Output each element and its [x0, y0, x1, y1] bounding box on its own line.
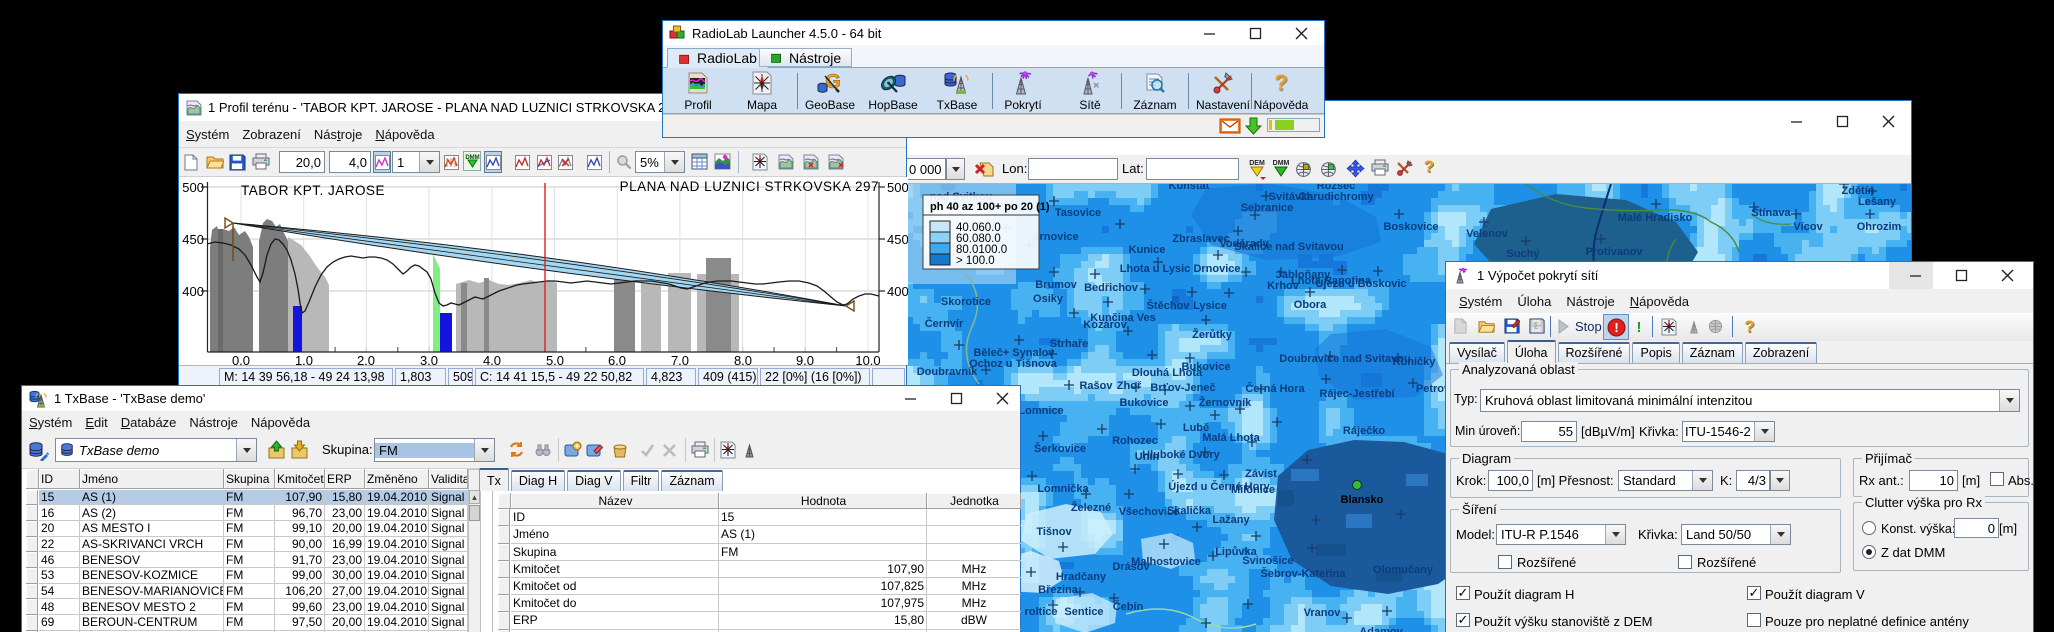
svg-text:DMM: DMM — [1273, 160, 1290, 167]
svg-text:8.0: 8.0 — [734, 353, 752, 365]
svg-text:Krhov: Krhov — [1267, 280, 1300, 292]
svg-text:Zdětín: Zdětín — [1842, 185, 1875, 197]
svg-text:Skalička: Skalička — [1167, 505, 1212, 517]
svg-text:Štěchov: Štěchov — [1147, 299, 1191, 312]
svg-text:500: 500 — [887, 180, 908, 195]
svg-text:Rašov: Rašov — [1079, 380, 1113, 392]
svg-text:!: ! — [1614, 320, 1618, 335]
svg-text:Chrudichromy: Chrudichromy — [1298, 191, 1374, 203]
svg-text:Šebrov-Kateřina: Šebrov-Kateřina — [1261, 567, 1347, 580]
svg-text:Černá Hora: Černá Hora — [1245, 382, 1305, 395]
svg-text:7.0: 7.0 — [671, 353, 689, 365]
svg-text:500: 500 — [182, 180, 204, 195]
svg-text:Protivanov: Protivanov — [1586, 246, 1644, 258]
svg-text:Suchý: Suchý — [1506, 248, 1540, 260]
svg-text:Stínava: Stínava — [1751, 207, 1791, 219]
svg-text:Bukovice: Bukovice — [1182, 361, 1231, 373]
svg-text:Ráječko: Ráječko — [1343, 425, 1385, 437]
svg-text:Rájec-Jestřebí: Rájec-Jestřebí — [1319, 388, 1395, 400]
svg-text:Sebranice: Sebranice — [1241, 202, 1294, 214]
svg-text:Milonice: Milonice — [1231, 484, 1275, 496]
svg-text:Drásov: Drásov — [1112, 561, 1150, 573]
svg-text:1.0: 1.0 — [295, 353, 313, 365]
svg-text:Kunštát: Kunštát — [1169, 184, 1210, 192]
svg-text:Svinošice: Svinošice — [1242, 555, 1293, 567]
svg-text:Adamov: Adamov — [1359, 626, 1403, 632]
svg-text:roltice: roltice — [1024, 606, 1057, 618]
svg-text:DEM: DEM — [1249, 160, 1265, 167]
svg-text:Újezd u Boskovic: Újezd u Boskovic — [1315, 277, 1406, 290]
svg-text:Březina: Březina — [1038, 584, 1079, 596]
svg-text:Vícov: Vícov — [1793, 221, 1823, 233]
svg-text:6.0: 6.0 — [608, 353, 626, 365]
svg-text:Drnovice: Drnovice — [1193, 263, 1240, 275]
svg-text:Lhota u Lysic: Lhota u Lysic — [1120, 263, 1191, 275]
svg-text:450: 450 — [182, 232, 204, 247]
svg-text:Lysice: Lysice — [1193, 300, 1227, 312]
svg-text:Σ: Σ — [1534, 322, 1539, 331]
svg-text:3.0: 3.0 — [420, 353, 438, 365]
svg-text:Unín: Unín — [1135, 451, 1160, 463]
svg-text:Lešany: Lešany — [1858, 196, 1897, 208]
svg-text:Strhaře: Strhaře — [1050, 338, 1089, 350]
svg-text:Brťov-Jeneč: Brťov-Jeneč — [1150, 382, 1215, 394]
svg-text:5.0: 5.0 — [546, 353, 564, 365]
svg-text:Ochoz u Tišnova: Ochoz u Tišnova — [969, 358, 1058, 370]
svg-text:Doubravice nad Svitavou: Doubravice nad Svitavou — [1279, 353, 1410, 365]
svg-text:9.0: 9.0 — [796, 353, 814, 365]
svg-text:> 100.0: > 100.0 — [956, 255, 995, 267]
svg-text:4.0: 4.0 — [483, 353, 501, 365]
svg-text:450: 450 — [887, 232, 908, 247]
svg-text:Bukovice: Bukovice — [1120, 397, 1169, 409]
svg-text:Blansko: Blansko — [1341, 494, 1384, 506]
svg-text:ph 40 az 100+ po 20 (1): ph 40 az 100+ po 20 (1) — [930, 201, 1050, 213]
svg-text:Hradčany: Hradčany — [1056, 571, 1107, 583]
svg-text:Osiky: Osiky — [1033, 293, 1064, 305]
svg-text:Skorotice: Skorotice — [941, 296, 991, 308]
svg-text:PLANA NAD LUZNICI STRKOVSKA 29: PLANA NAD LUZNICI STRKOVSKA 297 — [620, 179, 879, 194]
svg-text:Rohozec: Rohozec — [1112, 435, 1158, 447]
svg-text:0.0: 0.0 — [232, 353, 250, 365]
svg-text:Sentice: Sentice — [1064, 606, 1103, 618]
svg-text:2.0: 2.0 — [357, 353, 375, 365]
svg-text:Boskovice: Boskovice — [1383, 221, 1438, 233]
svg-text:10.0: 10.0 — [855, 353, 880, 365]
svg-text:Olomučany: Olomučany — [1373, 564, 1434, 576]
svg-text:Bedřichov: Bedřichov — [1084, 282, 1139, 294]
svg-text:Doubravník: Doubravník — [917, 366, 978, 378]
svg-text:Vranov: Vranov — [1304, 607, 1342, 619]
svg-text:Malá Lhota: Malá Lhota — [1202, 432, 1260, 444]
svg-text:Ohrozim: Ohrozim — [1857, 221, 1902, 233]
svg-text:Šerkovice: Šerkovice — [1034, 442, 1086, 455]
svg-text:ernovice: ernovice — [1033, 231, 1078, 243]
svg-text:400: 400 — [887, 284, 908, 299]
svg-text:Kunčina Ves: Kunčina Ves — [1090, 312, 1155, 324]
svg-text:Žerůtky: Žerůtky — [1192, 328, 1233, 341]
svg-text:Brumov: Brumov — [1035, 279, 1077, 291]
svg-text:Kunice: Kunice — [1129, 244, 1166, 256]
svg-text:Malé Hradisko: Malé Hradisko — [1618, 212, 1693, 224]
svg-text:Závist: Závist — [1245, 468, 1277, 480]
svg-text:Velenov: Velenov — [1466, 228, 1508, 240]
svg-text:Skalice nad Svitavou: Skalice nad Svitavou — [1234, 241, 1343, 253]
svg-text:Tasovice: Tasovice — [1055, 207, 1101, 219]
svg-text:Kuničky: Kuničky — [1393, 356, 1437, 368]
svg-text:Černvír: Černvír — [925, 317, 964, 330]
svg-text:Obora: Obora — [1294, 299, 1327, 311]
svg-text:Lomnice: Lomnice — [1018, 405, 1063, 417]
svg-text:Čebín: Čebín — [1113, 600, 1144, 613]
svg-text:Zhoř: Zhoř — [1117, 380, 1142, 392]
svg-text:Lomnička: Lomnička — [1037, 483, 1089, 495]
svg-text:TABOR KPT. JAROSE: TABOR KPT. JAROSE — [241, 183, 385, 198]
svg-text:400: 400 — [182, 284, 204, 299]
svg-text:Lažany: Lažany — [1212, 514, 1250, 526]
svg-text:Tišnov: Tišnov — [1036, 526, 1072, 538]
svg-text:Železné: Železné — [1071, 501, 1111, 514]
svg-text:Žernovník: Žernovník — [1199, 396, 1252, 409]
